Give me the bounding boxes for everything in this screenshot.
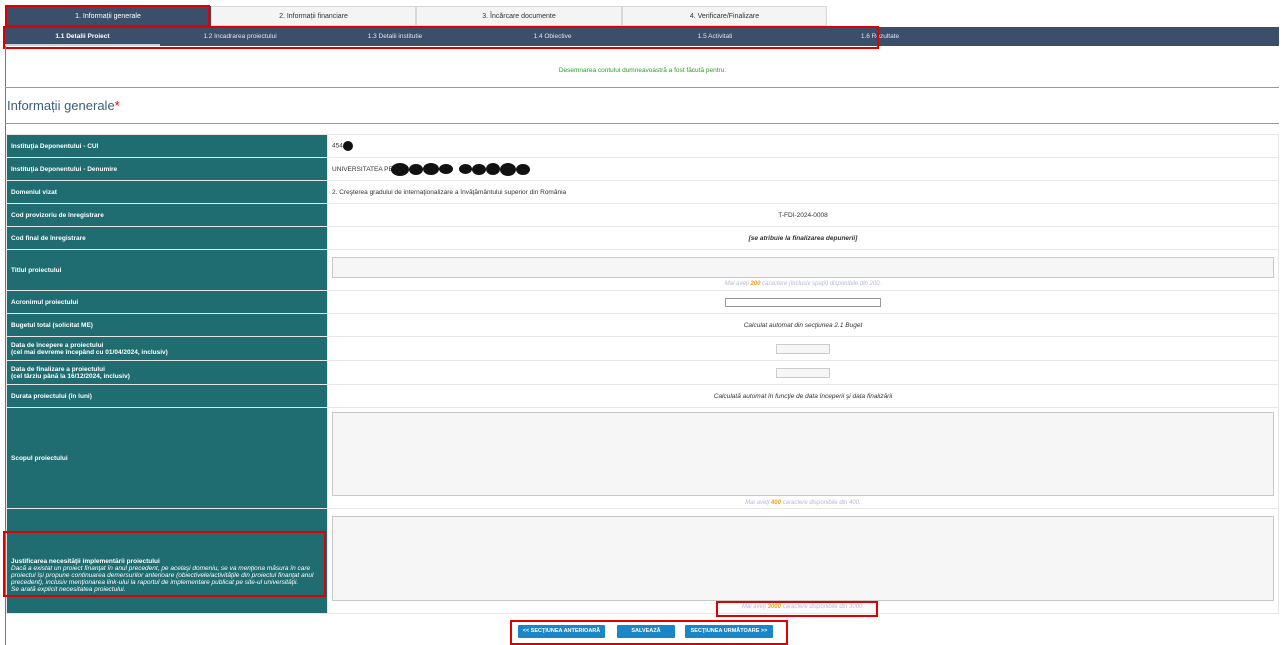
divider [5,87,1279,88]
label-domeniu: Domeniul vizat [6,180,328,204]
value-cod-provizoriu: T-FDI-2024-0008 [327,203,1279,227]
sub-tab-incadrarea-proiectului[interactable]: 1.2 Incadrarea proiectului [160,27,320,46]
titlu-textarea[interactable] [332,256,1274,278]
label-cod-provizoriu: Cod provizoriu de înregistrare [6,203,328,227]
label-titlu: Titlul proiectului [6,249,328,291]
value-cod-final: [se atribuie la finalizarea depunerii] [327,226,1279,250]
account-notice: Desemnarea contului dumneavoastră a fost… [558,67,727,74]
row-justificare: Justificarea necesităţii implementării p… [6,508,1279,614]
scop-textarea[interactable] [332,412,1274,496]
label-justificare: Justificarea necesităţii implementării p… [6,508,328,614]
step-tab-informatii-generale[interactable]: 1. Informații generale [5,6,211,26]
label-scop: Scopul proiectului [6,407,328,509]
label-data-inceput: Data de începere a proiectului (cel mai d… [6,336,328,361]
data-inceput-input[interactable] [776,343,830,354]
sub-tab-rezultate[interactable]: 1.6 Rezultate [795,27,965,46]
label-denumire: Instituţia Deponentului - Denumire [6,157,328,181]
sub-tab-detalii-institutie[interactable]: 1.3 Detalii institutie [320,27,470,46]
row-buget: Bugetul total (solicitat ME) Calculat au… [6,313,1279,337]
row-data-inceput: Data de începere a proiectului (cel mai d… [6,336,1279,361]
sub-tabs: 1.1 Detalii Proiect 1.2 Incadrarea proie… [5,27,1279,46]
row-cui: Instituţia Deponentului - CUI 454 [6,134,1279,158]
scop-counter: Mai aveţi 400 caractere disponibile din … [745,500,861,506]
row-cod-final: Cod final de înregistrare [se atribuie l… [6,226,1279,250]
save-button[interactable]: SALVEAZĂ [617,625,675,638]
divider [5,123,1279,124]
row-cod-provizoriu: Cod provizoriu de înregistrare T-FDI-202… [6,203,1279,227]
value-cui: 454 [327,134,1279,158]
row-titlu: Titlul proiectului Mai aveţi 200 caracte… [6,249,1279,291]
row-acronim: Acronimul proiectului [6,290,1279,314]
row-domeniu: Domeniul vizat 2. Creşterea gradului de … [6,180,1279,204]
data-final-input[interactable] [776,367,830,378]
row-data-final: Data de finalizare a proiectului (cel târ… [6,360,1279,385]
label-cui: Instituţia Deponentului - CUI [6,134,328,158]
label-data-final: Data de finalizare a proiectului (cel târ… [6,360,328,385]
value-durata: Calculată automat în funcţie de data înc… [327,384,1279,408]
step-tab-informatii-financiare[interactable]: 2. Informații financiare [211,6,416,26]
step-tabs: 1. Informații generale 2. Informații fin… [5,6,827,26]
section-title: Informații generale* [7,98,120,113]
sub-tab-detalii-proiect[interactable]: 1.1 Detalii Proiect [5,27,160,46]
sub-tab-obiective[interactable]: 1.4 Obiective [470,27,635,46]
sub-tab-activitati[interactable]: 1.5 Activitati [635,27,795,46]
acronim-input[interactable] [725,297,881,307]
next-section-button[interactable]: SECŢIUNEA URMĂTOARE >> [685,625,773,638]
step-tab-verificare-finalizare[interactable]: 4. Verificare/Finalizare [622,6,827,26]
row-denumire: Instituţia Deponentului - Denumire UNIVE… [6,157,1279,181]
justificare-counter: Mai aveţi 3000 caractere disponibile din… [741,603,865,610]
titlu-counter: Mai aveţi 200 caractere (inclusiv spaţii… [724,280,882,287]
required-mark: * [114,98,120,113]
row-scop: Scopul proiectului Mai aveţi 400 caracte… [6,407,1279,509]
value-domeniu: 2. Creşterea gradului de internaţionaliz… [327,180,1279,204]
label-acronim: Acronimul proiectului [6,290,328,314]
step-tab-incarcare-documente[interactable]: 3. Încărcare documente [416,6,622,26]
label-buget: Bugetul total (solicitat ME) [6,313,328,337]
previous-section-button[interactable]: << SECŢIUNEA ANTERIOARĂ [518,625,605,638]
value-buget: Calculat automat din secţiunea 2.1 Buget [327,313,1279,337]
value-denumire: UNIVERSITATEA PE [327,157,1279,181]
label-durata: Durata proiectului (în luni) [6,384,328,408]
justificare-textarea[interactable] [332,515,1274,601]
general-info-form: Instituţia Deponentului - CUI 454 Instit… [6,134,1279,614]
label-cod-final: Cod final de înregistrare [6,226,328,250]
row-durata: Durata proiectului (în luni) Calculată a… [6,384,1279,408]
section-title-text: Informații generale [7,98,115,113]
